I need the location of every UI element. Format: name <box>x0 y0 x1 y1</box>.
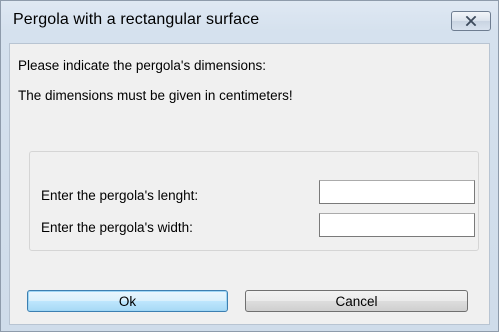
length-label: Enter the pergola's lenght: <box>41 188 199 203</box>
title-bar[interactable]: Pergola with a rectangular surface <box>1 1 498 45</box>
ok-button[interactable]: Ok <box>27 290 228 312</box>
instruction-dimensions: Please indicate the pergola's dimensions… <box>18 58 266 73</box>
dialog-client-area: Please indicate the pergola's dimensions… <box>9 43 490 325</box>
cancel-button[interactable]: Cancel <box>245 290 468 312</box>
length-input[interactable] <box>319 180 475 204</box>
width-label: Enter the pergola's width: <box>41 220 193 235</box>
width-input[interactable] <box>319 213 475 237</box>
dimensions-group: Enter the pergola's lenght: Enter the pe… <box>29 151 479 251</box>
close-icon <box>465 16 477 26</box>
close-button[interactable] <box>451 11 491 31</box>
dialog-window: Pergola with a rectangular surface Pleas… <box>0 0 499 332</box>
instruction-units: The dimensions must be given in centimet… <box>18 88 293 103</box>
window-title: Pergola with a rectangular surface <box>13 11 260 28</box>
